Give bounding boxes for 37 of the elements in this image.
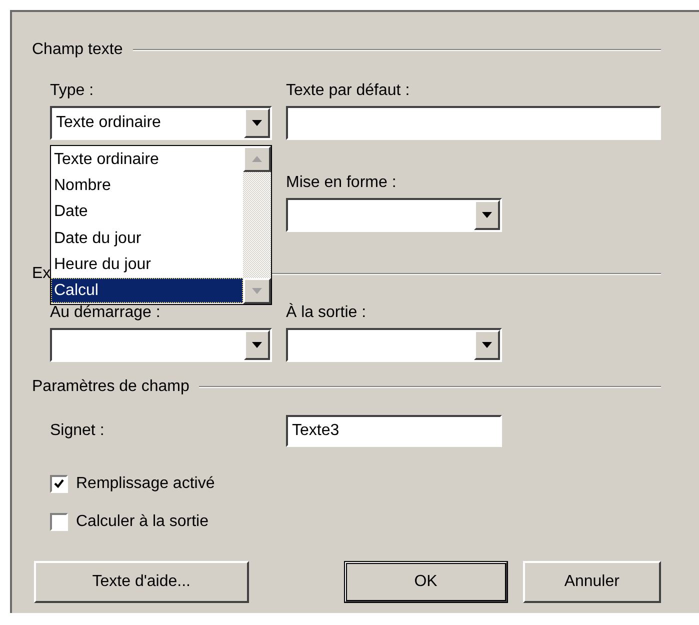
dialog-button[interactable]: OK	[344, 561, 508, 603]
dropdown-arrow-icon	[252, 120, 262, 126]
group-title: Champ texte	[32, 41, 123, 59]
down-arrow-icon	[252, 288, 262, 294]
up-arrow-icon	[252, 156, 262, 162]
checkbox-label: Calculer à la sortie	[76, 513, 208, 531]
dropdown-arrow-icon	[482, 212, 492, 218]
list-item[interactable]: Date du jour	[51, 226, 243, 251]
field-label: À la sortie :	[286, 304, 366, 323]
dialog-button[interactable]: Texte d'aide...	[34, 561, 249, 603]
dropdown-arrow-icon	[252, 342, 262, 348]
scroll-down-button[interactable]	[243, 278, 271, 304]
list-item[interactable]: Calcul	[51, 278, 243, 303]
field-label: Type :	[50, 82, 95, 101]
list-item[interactable]: Nombre	[51, 173, 243, 198]
checkbox[interactable]	[50, 475, 68, 493]
field-label: Mise en forme :	[286, 174, 396, 193]
group-title: Paramètres de champ	[32, 378, 190, 396]
list-item[interactable]: Texte ordinaire	[51, 147, 243, 172]
default-text-field[interactable]	[286, 106, 661, 140]
scroll-up-button[interactable]	[243, 146, 271, 172]
dialog-button[interactable]: Annuler	[522, 561, 661, 603]
list-item[interactable]: Date	[51, 199, 243, 224]
bookmark-field[interactable]: Texte3	[286, 415, 502, 447]
type-dropdown[interactable]: Texte ordinaire	[50, 106, 272, 140]
checkmark-icon	[53, 478, 65, 490]
dropdown-arrow-icon	[482, 342, 492, 348]
field-label: Texte par défaut :	[286, 82, 410, 101]
field-label: Signet :	[50, 422, 106, 440]
entry-macro-dropdown[interactable]	[50, 328, 272, 362]
format-dropdown[interactable]	[286, 198, 502, 232]
group-title: Ex	[32, 265, 51, 283]
list-item[interactable]: Heure du jour	[51, 252, 243, 277]
field-label: Au démarrage :	[50, 304, 162, 323]
checkbox[interactable]	[50, 513, 68, 531]
exit-macro-dropdown[interactable]	[286, 328, 502, 362]
checkbox-label: Remplissage activé	[76, 475, 215, 493]
